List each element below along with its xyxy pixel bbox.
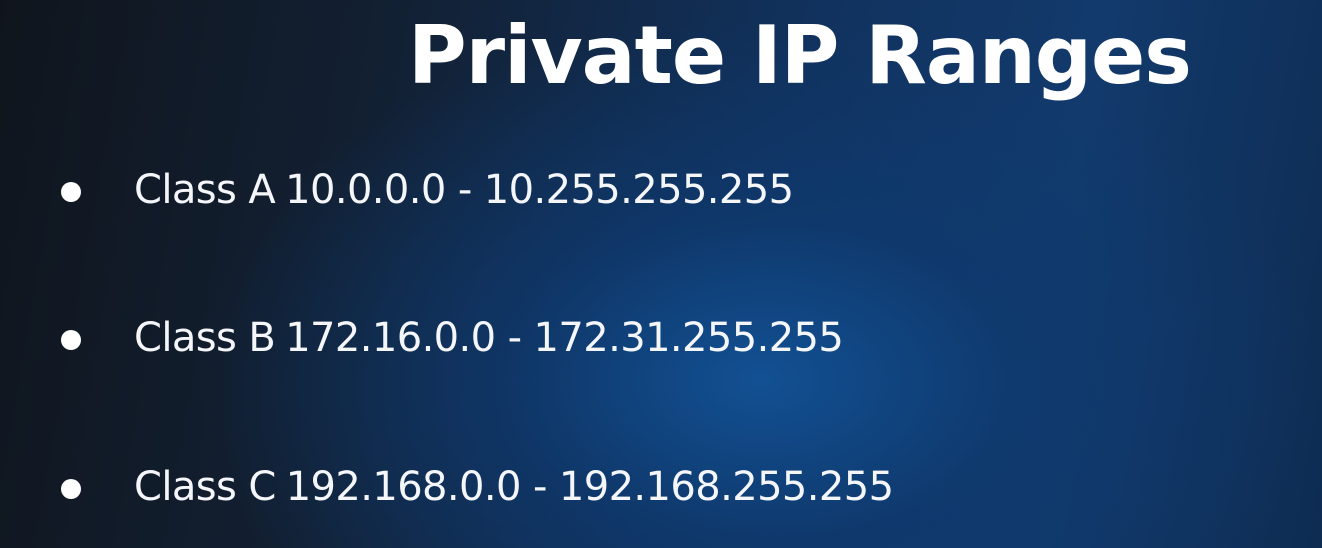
- bullet-text: Class C 192.168.0.0 - 192.168.255.255: [134, 457, 894, 517]
- class-label: Class B: [134, 315, 276, 361]
- slide: Private IP Ranges Class A 10.0.0.0 - 10.2…: [0, 0, 1322, 548]
- bullet-dot-icon: [61, 479, 81, 499]
- bullet-item-class-a: Class A 10.0.0.0 - 10.255.255.255: [0, 160, 1322, 220]
- bullet-text: Class B 172.16.0.0 - 172.31.255.255: [134, 308, 844, 368]
- bullet-item-class-b: Class B 172.16.0.0 - 172.31.255.255: [0, 308, 1322, 368]
- ip-range: 192.168.0.0 - 192.168.255.255: [285, 464, 894, 510]
- class-label: Class A: [134, 167, 276, 213]
- bullet-list: Class A 10.0.0.0 - 10.255.255.255 Class B…: [0, 0, 1322, 548]
- bullet-text: Class A 10.0.0.0 - 10.255.255.255: [134, 160, 794, 220]
- bullet-dot-icon: [61, 182, 81, 202]
- class-label: Class C: [134, 464, 276, 510]
- ip-range: 10.0.0.0 - 10.255.255.255: [285, 167, 794, 213]
- bullet-item-class-c: Class C 192.168.0.0 - 192.168.255.255: [0, 457, 1322, 517]
- bullet-dot-icon: [61, 330, 81, 350]
- ip-range: 172.16.0.0 - 172.31.255.255: [285, 315, 844, 361]
